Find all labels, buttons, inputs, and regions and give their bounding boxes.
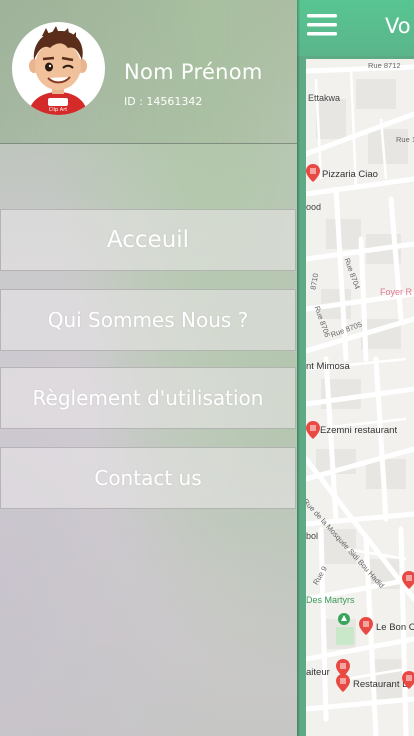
app-title: Vo bbox=[385, 14, 411, 38]
avatar[interactable]: Clip Art bbox=[12, 22, 105, 115]
hamburger-menu-icon[interactable] bbox=[307, 14, 339, 42]
map-view[interactable]: Rue 8712 Ettakwa Rue 1 Pizzaria Ciao ood… bbox=[306, 59, 414, 736]
restaurant-pin-icon[interactable] bbox=[306, 164, 320, 182]
map-label-rue: Rue 1 bbox=[396, 135, 414, 144]
restaurant-pin-icon[interactable] bbox=[402, 571, 414, 589]
map-label-martyrs: Des Martyrs bbox=[306, 595, 355, 605]
navigation-drawer: Clip Art Nom Prénom ID: 14561342 Acceui… bbox=[0, 0, 297, 736]
restaurant-pin-icon[interactable] bbox=[402, 671, 414, 689]
restaurant-pin-icon[interactable] bbox=[359, 617, 373, 635]
drawer-header: Clip Art Nom Prénom ID: 14561342 bbox=[0, 0, 297, 144]
avatar-cartoon-icon: Clip Art bbox=[28, 26, 88, 115]
menu-item-contact[interactable]: Contact us bbox=[0, 447, 296, 509]
map-label-restaurant-l: Restaurant L bbox=[353, 679, 408, 690]
map-label-traiteur: aiteur bbox=[306, 667, 330, 678]
map-label-rue-8712: Rue 8712 bbox=[368, 61, 401, 70]
restaurant-pin-icon[interactable] bbox=[306, 421, 320, 439]
main-screen: Vo Rue 8712 Ettakwa Rue 1 Pizzaria Ciao … bbox=[297, 0, 414, 736]
map-label-le-bon: Le Bon C bbox=[376, 622, 414, 633]
map-label-pizzaria-ciao: Pizzaria Ciao bbox=[322, 169, 378, 180]
restaurant-pin-icon[interactable] bbox=[336, 674, 350, 692]
map-label-ezemni: Ezemni restaurant bbox=[320, 425, 398, 436]
user-name: Nom Prénom bbox=[124, 60, 263, 84]
map-label-mimosa: nt Mimosa bbox=[306, 361, 350, 372]
map-label-food: ood bbox=[306, 202, 322, 212]
menu-item-qui-sommes-nous[interactable]: Qui Sommes Nous ? bbox=[0, 289, 296, 351]
map-label-bol: bol bbox=[306, 531, 319, 541]
user-id: ID : 14561342 bbox=[124, 95, 203, 108]
avatar-caption: Clip Art bbox=[49, 107, 68, 113]
app-bar: Vo bbox=[297, 0, 414, 56]
drawer-edge-shadow bbox=[297, 0, 300, 736]
map-label-ettakwa: Ettakwa bbox=[308, 93, 341, 103]
menu-item-reglement[interactable]: Règlement d'utilisation bbox=[0, 367, 296, 429]
map-label-foyer: Foyer R bbox=[380, 287, 413, 297]
menu-item-accueil[interactable]: Acceuil bbox=[0, 209, 296, 271]
